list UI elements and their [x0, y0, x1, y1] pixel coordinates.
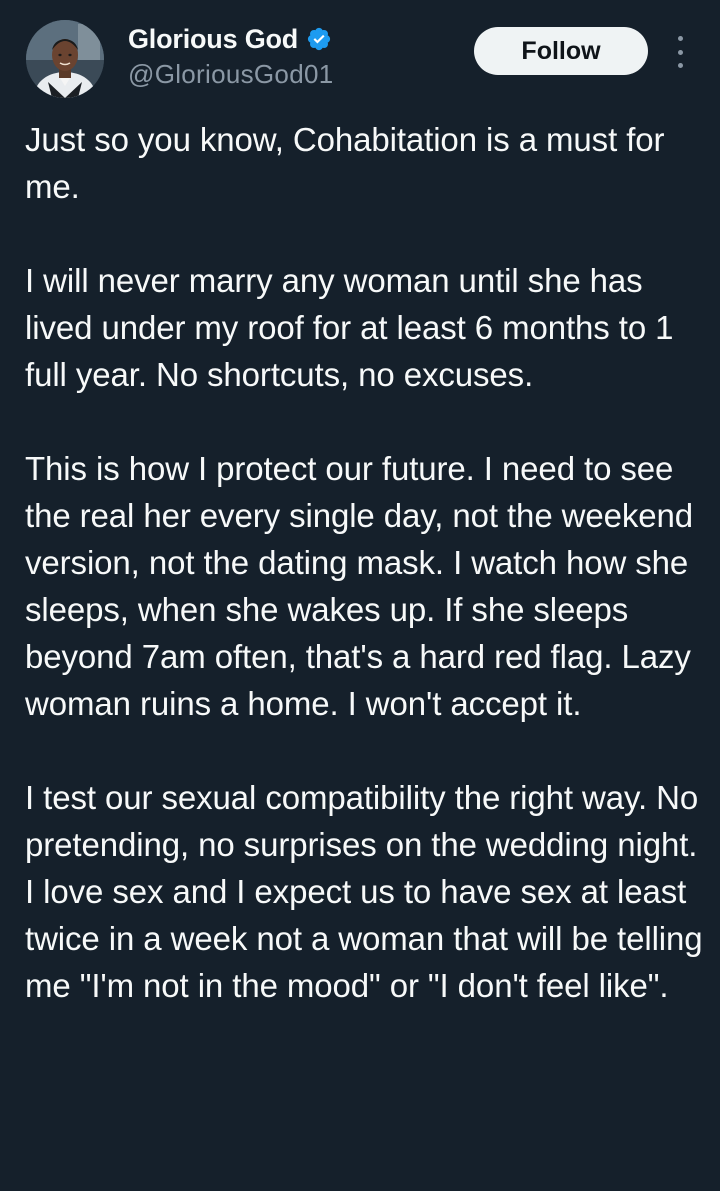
tweet-header: Glorious God @GloriousGod01 Follow — [0, 0, 720, 110]
avatar[interactable] — [26, 20, 104, 98]
more-dot — [677, 36, 683, 41]
more-dot — [677, 63, 683, 68]
tweet-paragraph: I will never marry any woman until she h… — [25, 262, 674, 393]
author-handle[interactable]: @GloriousGod01 — [128, 59, 333, 90]
tweet-text: Just so you know, Cohabitation is a must… — [25, 116, 705, 1056]
author-info: Glorious God @GloriousGod01 — [128, 22, 333, 90]
verified-badge-icon[interactable] — [306, 26, 332, 52]
display-name[interactable]: Glorious God — [128, 24, 298, 55]
more-dot — [677, 49, 683, 55]
tweet-paragraph: Just so you know, Cohabitation is a must… — [25, 121, 665, 205]
avatar-photo — [26, 20, 104, 98]
more-vertical-icon[interactable] — [668, 32, 692, 72]
follow-button[interactable]: Follow — [474, 27, 648, 75]
tweet-paragraph: I test our sexual compatibility the righ… — [25, 779, 703, 1004]
display-name-row: Glorious God — [128, 22, 333, 56]
tweet-paragraph: This is how I protect our future. I need… — [25, 450, 694, 722]
